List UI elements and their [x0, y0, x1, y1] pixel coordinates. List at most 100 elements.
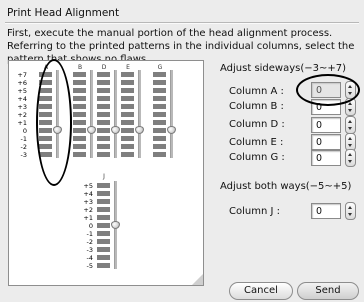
- pattern-bar: [153, 96, 166, 101]
- column-slider-thumb[interactable]: [167, 126, 176, 134]
- pattern-bar: [73, 128, 86, 133]
- column-j-field[interactable]: 0: [311, 203, 341, 219]
- column-header-e: E: [126, 64, 130, 71]
- row-label: -3: [86, 246, 93, 254]
- pattern-bar: [97, 144, 110, 149]
- pattern-bar: [153, 80, 166, 85]
- row-label: +3: [17, 103, 27, 111]
- column-slider-thumb[interactable]: [111, 221, 120, 229]
- column-j-label: Column J :: [229, 206, 280, 217]
- pattern-bar: [73, 96, 86, 101]
- pattern-bar: [121, 136, 134, 141]
- pattern-bar: [97, 120, 110, 125]
- pattern-bar: [97, 72, 110, 77]
- pattern-bar: [73, 136, 86, 141]
- column-slider-thumb[interactable]: [135, 126, 144, 134]
- column-d-field[interactable]: 0: [311, 117, 341, 133]
- row-label: -2: [86, 238, 93, 246]
- column-g-label: Column G :: [229, 152, 285, 163]
- pattern-bar: [97, 199, 110, 204]
- row-label: -3: [20, 151, 27, 159]
- row-label: +2: [17, 111, 27, 119]
- page-curl-icon: [192, 274, 203, 285]
- pattern-bar: [121, 96, 134, 101]
- pattern-bar: [153, 128, 166, 133]
- pattern-bar: [121, 120, 134, 125]
- pattern-bar: [97, 136, 110, 141]
- column-header-b: B: [77, 64, 83, 71]
- pattern-bar: [153, 136, 166, 141]
- pattern-bar: [97, 191, 110, 196]
- pattern-bar: [153, 72, 166, 77]
- pattern-bar: [153, 104, 166, 109]
- pattern-bar: [121, 128, 134, 133]
- pattern-bar: [97, 88, 110, 93]
- pattern-bar: [97, 104, 110, 109]
- column-b-label: Column B :: [229, 101, 284, 112]
- pattern-bar: [121, 152, 134, 157]
- cancel-button[interactable]: Cancel: [229, 282, 293, 300]
- sideways-heading: Adjust sideways(−3~+7): [220, 63, 347, 74]
- pattern-bar: [97, 128, 110, 133]
- column-slider-track: [90, 70, 93, 158]
- column-g-field[interactable]: 0: [311, 150, 341, 166]
- row-label: +5: [17, 87, 27, 95]
- column-header-g: G: [157, 64, 163, 71]
- pattern-bar: [97, 207, 110, 212]
- column-header-j: J: [103, 173, 105, 180]
- pattern-bar: [97, 263, 110, 268]
- pattern-bar: [97, 223, 110, 228]
- pattern-bar: [153, 144, 166, 149]
- row-label: -1: [20, 135, 27, 143]
- row-label: -2: [20, 143, 27, 151]
- column-d-label: Column D :: [229, 119, 285, 130]
- pattern-bar: [121, 80, 134, 85]
- pattern-bar: [73, 152, 86, 157]
- pattern-bar: [97, 239, 110, 244]
- row-label: +1: [17, 119, 27, 127]
- pattern-bar: [153, 88, 166, 93]
- pattern-bar: [153, 120, 166, 125]
- pattern-bar: [97, 215, 110, 220]
- column-e-label: Column E :: [229, 137, 284, 148]
- pattern-bar: [97, 183, 110, 188]
- row-label: -5: [86, 262, 93, 270]
- pattern-bar: [121, 112, 134, 117]
- column-slider-thumb[interactable]: [87, 126, 96, 134]
- row-label: +5: [83, 182, 93, 190]
- pattern-bar: [73, 112, 86, 117]
- column-slider-track: [170, 70, 173, 158]
- column-e-field[interactable]: 0: [311, 134, 341, 150]
- row-label: +7: [17, 71, 27, 79]
- both-ways-heading: Adjust both ways(−5~+5): [220, 181, 352, 192]
- row-label: +4: [83, 190, 93, 198]
- column-g-stepper[interactable]: [345, 149, 356, 167]
- pattern-bar: [97, 96, 110, 101]
- column-header-d: D: [101, 64, 107, 71]
- row-label: +2: [83, 206, 93, 214]
- column-d-stepper[interactable]: [345, 116, 356, 134]
- pattern-bar: [153, 112, 166, 117]
- dialog-title: Print Head Alignment: [7, 7, 120, 19]
- highlight-oval-field: [296, 74, 360, 106]
- pattern-bar: [121, 144, 134, 149]
- column-j-stepper[interactable]: [345, 202, 356, 220]
- send-button[interactable]: Send: [297, 282, 359, 300]
- pattern-bar: [97, 152, 110, 157]
- pattern-bar: [73, 104, 86, 109]
- pattern-bar: [73, 88, 86, 93]
- column-slider-thumb[interactable]: [111, 126, 120, 134]
- pattern-bar: [97, 231, 110, 236]
- pattern-bar: [121, 104, 134, 109]
- pattern-bar: [97, 247, 110, 252]
- column-slider-track: [138, 70, 141, 158]
- highlight-oval-column-a: [36, 59, 72, 186]
- pattern-bar: [73, 72, 86, 77]
- row-label: 0: [88, 222, 93, 230]
- row-label: 0: [22, 127, 27, 135]
- pattern-bar: [121, 88, 134, 93]
- title-divider: [5, 22, 359, 24]
- row-label: -1: [86, 230, 93, 238]
- pattern-bar: [97, 112, 110, 117]
- pattern-bar: [97, 255, 110, 260]
